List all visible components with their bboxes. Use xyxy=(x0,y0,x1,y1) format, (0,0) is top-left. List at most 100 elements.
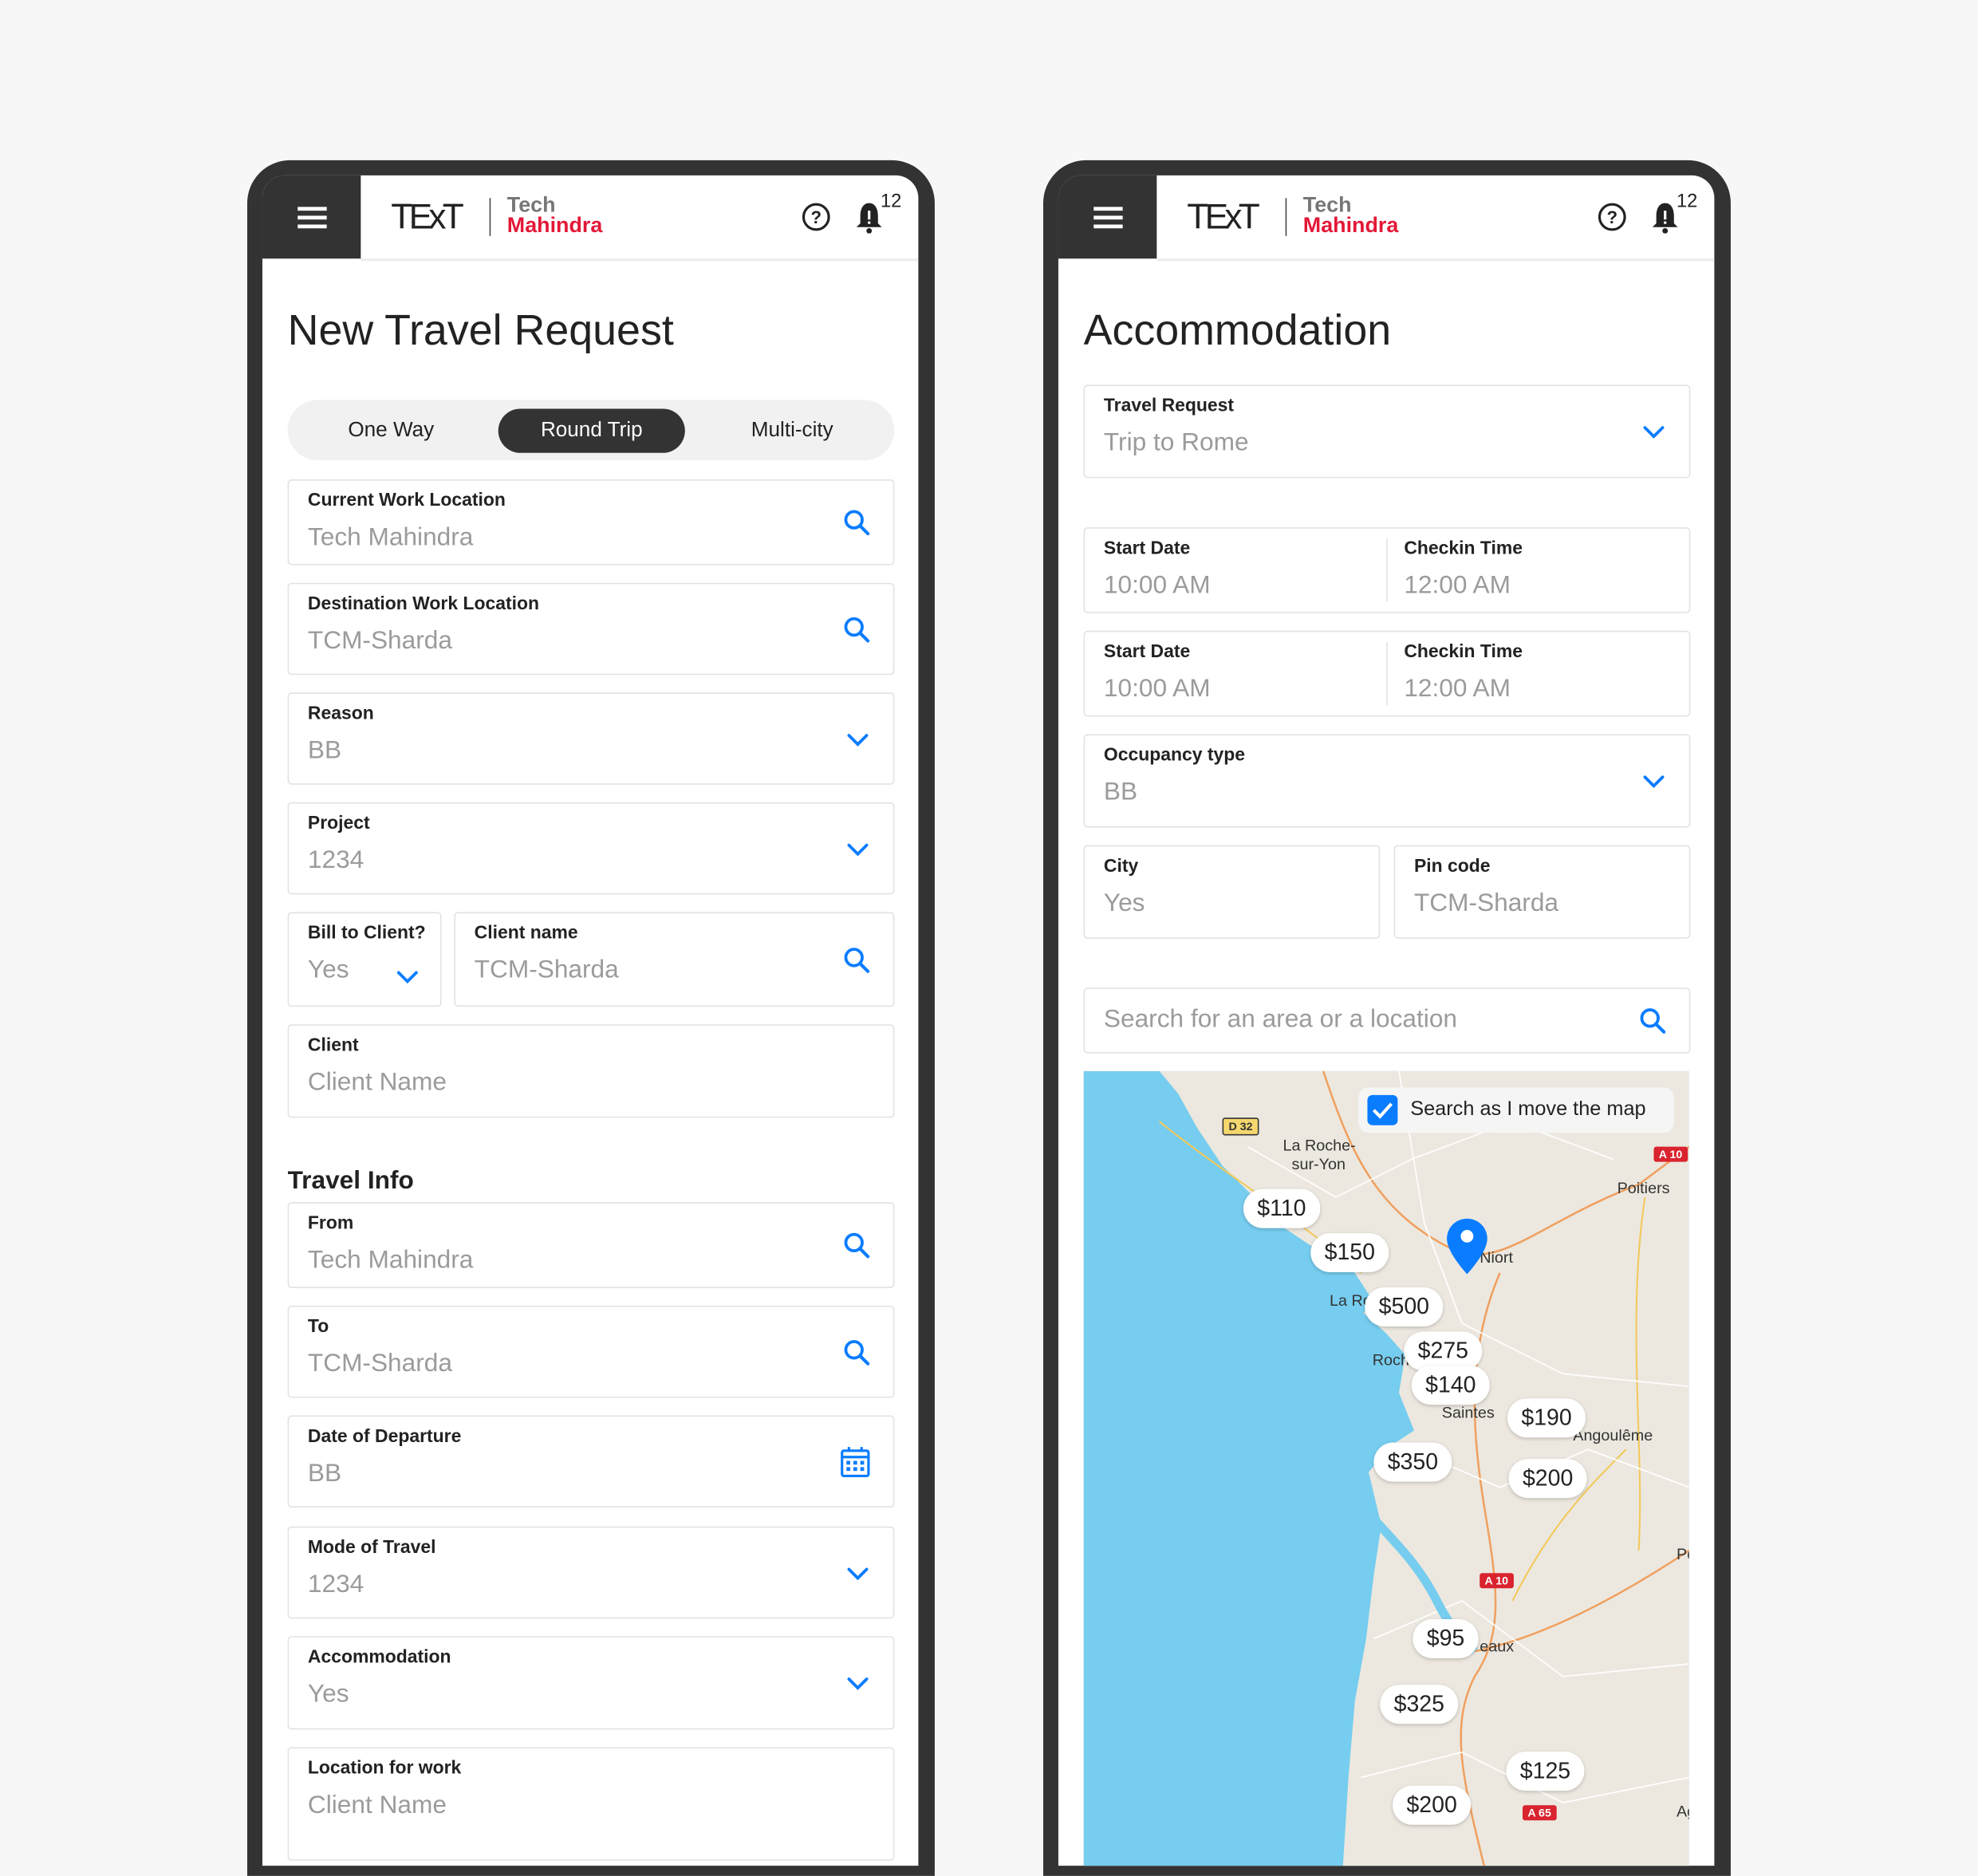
accommodation-screen: TExT Tech Mahindra ? 12 Accommodation Tr… xyxy=(1058,175,1715,1866)
field-label: Pin code xyxy=(1413,856,1491,877)
price-marker[interactable]: $350 xyxy=(1373,1442,1452,1482)
search-icon[interactable] xyxy=(843,615,871,643)
notification-count: 12 xyxy=(880,190,902,212)
price-marker[interactable]: $200 xyxy=(1393,1785,1472,1825)
checkin-time-value[interactable]: 12:00 AM xyxy=(1404,571,1511,600)
map-place-label: Ag xyxy=(1676,1803,1689,1821)
menu-button[interactable] xyxy=(262,175,361,259)
bell-icon[interactable] xyxy=(855,200,883,234)
checkin-time-label: Checkin Time xyxy=(1404,538,1523,559)
chevron-down-icon[interactable] xyxy=(845,726,871,751)
start-date-label: Start Date xyxy=(1103,538,1191,559)
map-place-label: Poitiers xyxy=(1617,1179,1670,1197)
project-select[interactable]: Project 1234 xyxy=(287,802,895,895)
location-pin-icon[interactable] xyxy=(1446,1217,1489,1275)
search-icon[interactable] xyxy=(843,1338,871,1366)
hamburger-icon xyxy=(297,224,327,228)
start-date-value[interactable]: 10:00 AM xyxy=(1104,675,1211,704)
field-label: Reason xyxy=(307,704,374,724)
tab-round-trip[interactable]: Round Trip xyxy=(498,408,685,453)
chevron-down-icon[interactable] xyxy=(395,964,420,989)
chevron-down-icon[interactable] xyxy=(845,836,871,861)
field-value: Yes xyxy=(1103,889,1145,917)
price-marker[interactable]: $110 xyxy=(1243,1188,1320,1228)
price-marker[interactable]: $325 xyxy=(1380,1685,1459,1724)
new-travel-request-screen: TExT Tech Mahindra ? 12 New Travel Reque… xyxy=(262,175,919,1866)
field-label: Date of Departure xyxy=(307,1426,462,1448)
reason-select[interactable]: Reason BB xyxy=(287,692,895,785)
chevron-down-icon[interactable] xyxy=(1641,768,1667,794)
price-marker[interactable]: $275 xyxy=(1404,1331,1483,1371)
app-header: TExT Tech Mahindra ? 12 xyxy=(361,175,919,262)
field-value: TCM-Sharda xyxy=(474,956,619,984)
search-icon[interactable] xyxy=(1638,1007,1666,1035)
checkin-time-value[interactable]: 12:00 AM xyxy=(1404,675,1511,704)
map-place-label: La Roche- xyxy=(1283,1137,1356,1155)
location-search-input[interactable]: Search for an area or a location xyxy=(1083,987,1691,1054)
from-field[interactable]: From Tech Mahindra xyxy=(287,1202,895,1288)
date-time-row[interactable]: Start Date 10:00 AM Checkin Time 12:00 A… xyxy=(1083,527,1691,613)
search-icon[interactable] xyxy=(843,508,871,536)
calendar-icon[interactable] xyxy=(840,1445,870,1478)
search-icon[interactable] xyxy=(843,945,871,973)
field-value: Client Name xyxy=(307,1791,447,1819)
hamburger-icon xyxy=(1093,207,1123,211)
menu-button[interactable] xyxy=(1058,175,1157,259)
field-value: 1234 xyxy=(307,1571,364,1598)
map-place-label: Po xyxy=(1676,1545,1689,1563)
field-label: Travel Request xyxy=(1103,396,1235,416)
search-icon[interactable] xyxy=(843,1232,871,1259)
destination-work-location-field[interactable]: Destination Work Location TCM-Sharda xyxy=(287,582,895,676)
field-value: Trip to Rome xyxy=(1103,428,1249,457)
client-field[interactable]: Client Client Name xyxy=(287,1024,895,1118)
app-header: TExT Tech Mahindra ? 12 xyxy=(1156,175,1715,262)
price-marker[interactable]: $150 xyxy=(1310,1233,1389,1273)
to-field[interactable]: To TCM-Sharda xyxy=(287,1305,895,1398)
travel-request-select[interactable]: Travel Request Trip to Rome xyxy=(1083,384,1691,479)
page-title: Accommodation xyxy=(1083,306,1392,355)
price-marker[interactable]: $125 xyxy=(1506,1752,1585,1791)
price-marker[interactable]: $190 xyxy=(1507,1398,1586,1438)
search-as-move-toggle[interactable]: Search as I move the map xyxy=(1358,1087,1674,1133)
help-icon[interactable]: ? xyxy=(1598,203,1626,231)
chevron-down-icon[interactable] xyxy=(845,1670,871,1696)
notification-count: 12 xyxy=(1676,190,1698,212)
date-of-departure-field[interactable]: Date of Departure BB xyxy=(287,1415,895,1508)
road-shield: A 65 xyxy=(1522,1805,1557,1821)
mode-of-travel-select[interactable]: Mode of Travel 1234 xyxy=(287,1526,895,1619)
help-icon[interactable]: ? xyxy=(802,203,830,231)
tab-one-way[interactable]: One Way xyxy=(297,408,484,452)
price-marker[interactable]: $95 xyxy=(1413,1618,1479,1659)
text-logo: TExT xyxy=(1187,196,1260,236)
field-value: TCM-Sharda xyxy=(307,1350,452,1378)
field-label: Destination Work Location xyxy=(307,593,540,615)
tab-multi-city[interactable]: Multi-city xyxy=(699,408,885,452)
map-place-label: eaux xyxy=(1480,1637,1515,1656)
page-title: New Travel Request xyxy=(287,306,674,355)
logo-divider xyxy=(489,198,491,236)
bill-to-client-select[interactable]: Bill to Client? Yes xyxy=(287,912,442,1007)
bell-icon[interactable] xyxy=(1651,200,1679,234)
field-label: Occupancy type xyxy=(1103,745,1246,767)
occupancy-type-select[interactable]: Occupancy type BB xyxy=(1083,734,1691,828)
price-marker[interactable]: $140 xyxy=(1411,1366,1490,1405)
accommodation-select[interactable]: Accommodation Yes xyxy=(287,1636,895,1730)
search-as-move-label: Search as I move the map xyxy=(1410,1098,1646,1121)
map-view[interactable]: D 32 A 10 A 10 A 65 La Roche- sur-Yon Ni… xyxy=(1083,1070,1689,1866)
start-date-value[interactable]: 10:00 AM xyxy=(1104,571,1211,600)
logo-divider xyxy=(1285,198,1287,236)
price-marker[interactable]: $200 xyxy=(1508,1459,1587,1499)
map-place-label: sur-Yon xyxy=(1291,1155,1346,1173)
date-time-row[interactable]: Start Date 10:00 AM Checkin Time 12:00 A… xyxy=(1083,630,1691,717)
client-name-field[interactable]: Client name TCM-Sharda xyxy=(454,912,895,1007)
checkbox-checked-icon[interactable] xyxy=(1367,1094,1398,1125)
map-place-label: Angoulême xyxy=(1573,1426,1653,1444)
chevron-down-icon[interactable] xyxy=(1641,419,1667,444)
location-for-work-field[interactable]: Location for work Client Name xyxy=(287,1747,895,1861)
chevron-down-icon[interactable] xyxy=(845,1560,871,1586)
pin-code-field[interactable]: Pin code TCM-Sharda xyxy=(1393,845,1691,939)
current-work-location-field[interactable]: Current Work Location Tech Mahindra xyxy=(287,479,895,566)
price-marker[interactable]: $500 xyxy=(1365,1287,1444,1327)
hamburger-icon xyxy=(297,207,327,211)
city-field[interactable]: City Yes xyxy=(1083,845,1381,939)
